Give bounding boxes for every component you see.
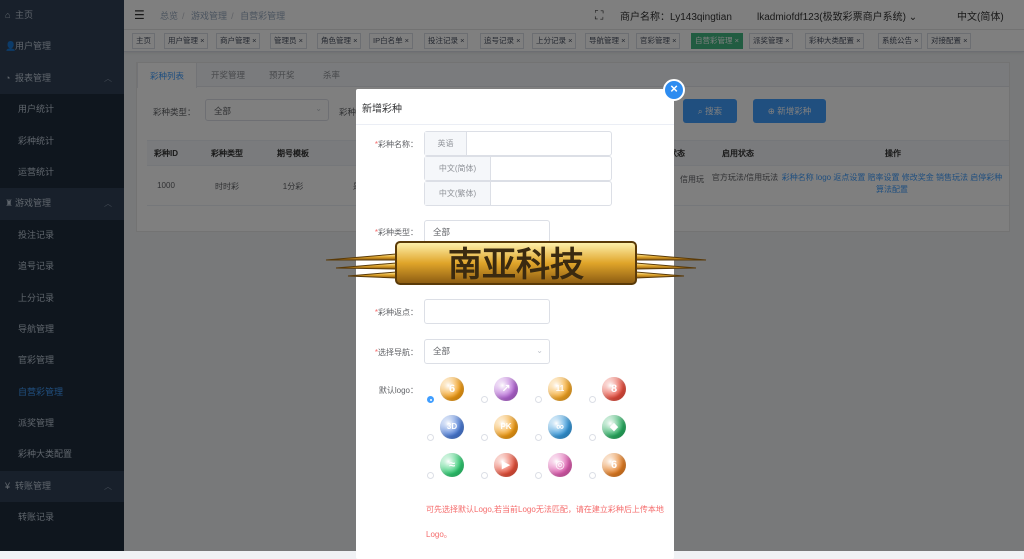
name-english-input[interactable]: 英语 [424,131,612,156]
rebate-input[interactable] [424,299,550,324]
type-label: *彩种类型： [360,227,418,238]
logo-radio[interactable] [427,434,434,441]
lottery-logo-icon[interactable]: ◆ [602,415,626,439]
logo-radio[interactable] [589,472,596,479]
lottery-type-value: 全部 [433,227,451,237]
watermark-logo: 南亚科技 [325,241,707,285]
logo-label: 默认logo： [378,386,418,395]
nav-label: *选择导航： [360,347,418,358]
logo-radio[interactable] [427,396,434,403]
logo-radio[interactable] [481,472,488,479]
logo-radio[interactable] [535,396,542,403]
lottery-logo-icon[interactable]: ≈ [440,453,464,477]
name-traditional-prefix: 中文(繁体) [425,182,491,205]
close-icon[interactable]: × [663,79,685,101]
lottery-logo-icon[interactable]: ◎ [548,453,572,477]
right-wing-icon [635,253,707,279]
lottery-logo-icon[interactable]: 6 [440,377,464,401]
chevron-down-icon: ⌄ [536,346,543,355]
watermark-text: 南亚科技 [448,245,584,285]
name-traditional-input[interactable]: 中文(繁体) [424,181,612,206]
name-simplified-input[interactable]: 中文(简体) [424,156,612,181]
nav-label-text: 选择导航： [378,348,418,357]
logo-radio[interactable] [427,472,434,479]
logo-radio[interactable] [481,434,488,441]
lottery-logo-icon[interactable]: PK [494,415,518,439]
lottery-logo-icon[interactable]: 3D [440,415,464,439]
lottery-logo-icon[interactable]: ▶ [494,453,518,477]
lottery-logo-icon[interactable]: 8 [602,377,626,401]
logo-radio[interactable] [589,434,596,441]
type-label-text: 彩种类型： [378,228,418,237]
lottery-logo-icon[interactable]: ↗ [494,377,518,401]
lottery-logo-icon[interactable]: ∞ [548,415,572,439]
add-lottery-dialog: 新增彩种 *彩种名称： 英语 中文(简体) 中文(繁体) *彩种类型： 全部 *… [356,89,674,559]
logo-radio[interactable] [589,396,596,403]
nav-select-value: 全部 [433,346,451,356]
logo-radio[interactable] [481,396,488,403]
left-wing-icon [325,253,397,279]
rebate-label: *彩种返点： [360,307,418,318]
name-label-text: 彩种名称： [378,140,418,149]
logo-radio[interactable] [535,472,542,479]
lottery-logo-icon[interactable]: 6 [602,453,626,477]
dialog-title: 新增彩种 [362,104,402,115]
logo-hint: 可先选择默认Logo,若当前Logo无法匹配，请在建立彩种后上传本地Logo。 [426,505,664,539]
name-english-prefix: 英语 [425,132,467,155]
name-simplified-prefix: 中文(简体) [425,157,491,180]
nav-select[interactable]: 全部 ⌄ [424,339,550,364]
logo-radio[interactable] [535,434,542,441]
dialog-divider [356,124,674,125]
rebate-label-text: 彩种返点： [378,308,418,317]
name-label: *彩种名称： [360,139,418,150]
lottery-logo-icon[interactable]: 11 [548,377,572,401]
